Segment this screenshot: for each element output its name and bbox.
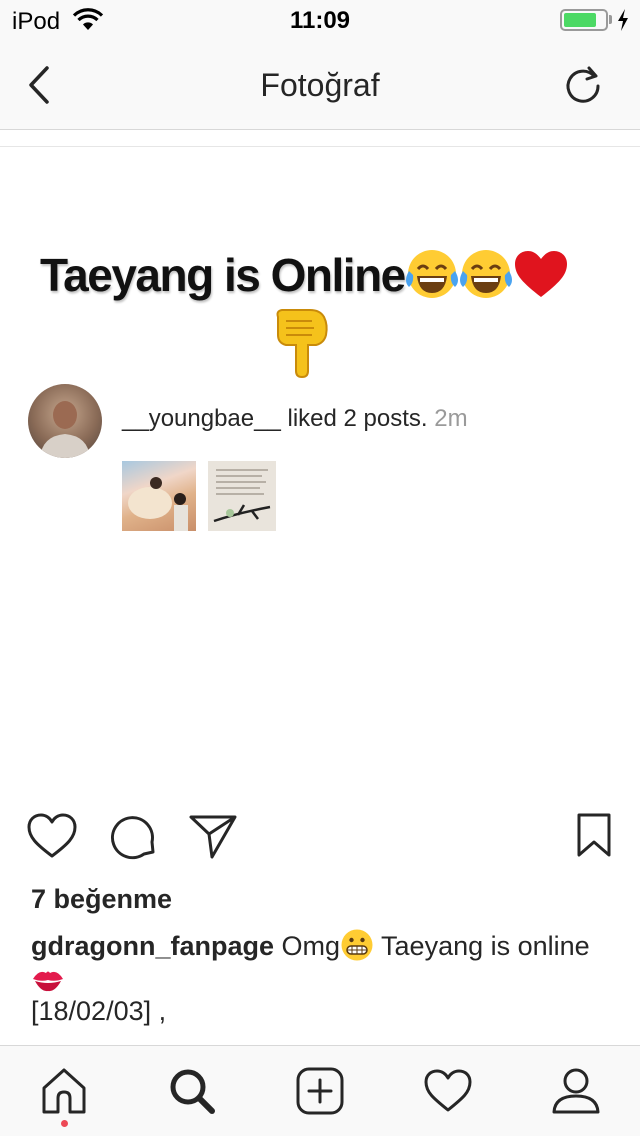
avatar[interactable] — [28, 384, 102, 458]
like-count[interactable]: 7 beğenme — [31, 884, 172, 915]
status-bar: iPod 11:09 — [0, 0, 640, 40]
profile-icon[interactable] — [551, 1066, 601, 1116]
notification-text: __youngbae__ liked 2 posts. 2m — [122, 405, 468, 433]
charging-icon — [618, 9, 628, 31]
tears-of-joy-emoji-icon — [405, 250, 458, 298]
search-icon[interactable] — [167, 1066, 217, 1116]
home-icon[interactable] — [39, 1066, 89, 1116]
grimacing-face-emoji-icon — [341, 929, 373, 961]
tab-bar — [0, 1045, 640, 1136]
notification-username: __youngbae__ — [122, 405, 281, 432]
battery-tip — [609, 15, 612, 24]
refresh-icon[interactable] — [562, 64, 604, 106]
battery-level — [564, 13, 596, 27]
bookmark-icon[interactable] — [576, 812, 612, 858]
liked-post-thumbnail[interactable] — [122, 461, 196, 531]
clock: 11:09 — [289, 7, 351, 34]
red-heart-emoji-icon — [514, 251, 567, 297]
thumbnail-photo — [128, 477, 188, 531]
activity-heart-icon[interactable] — [423, 1066, 473, 1116]
caption-username[interactable]: gdragonn_fanpage — [31, 931, 274, 961]
tears-of-joy-emoji-icon — [459, 250, 512, 298]
pointing-down-emoji-icon — [276, 309, 328, 379]
nav-bar: Fotoğraf — [0, 40, 640, 130]
active-tab-dot — [61, 1120, 68, 1127]
like-heart-icon[interactable] — [26, 812, 78, 860]
add-icon[interactable] — [295, 1066, 345, 1116]
notification-time: 2m — [434, 405, 468, 432]
kiss-mark-emoji-icon — [33, 971, 63, 992]
notification-action: liked 2 posts. — [280, 405, 435, 432]
liked-post-thumbnail[interactable] — [208, 461, 276, 531]
avatar-photo — [40, 401, 90, 458]
page-title: Fotoğraf — [260, 67, 380, 103]
post-image[interactable]: Taeyang is Online __youngbae__ liked 2 p… — [0, 147, 640, 787]
caption: gdragonn_fanpage Omg Taeyang is online — [31, 928, 621, 1000]
caption-text: Omg — [274, 931, 341, 961]
branch-drawing — [213, 504, 271, 523]
caption-text-continued: Taeyang is online — [374, 931, 590, 961]
headline: Taeyang is Online — [40, 247, 569, 302]
paper-plane-icon[interactable] — [188, 812, 238, 860]
headline-text: Taeyang is Online — [40, 249, 406, 301]
caption-date: [18/02/03] , — [31, 996, 167, 1026]
comment-icon[interactable] — [108, 812, 158, 862]
battery-icon — [560, 9, 608, 31]
